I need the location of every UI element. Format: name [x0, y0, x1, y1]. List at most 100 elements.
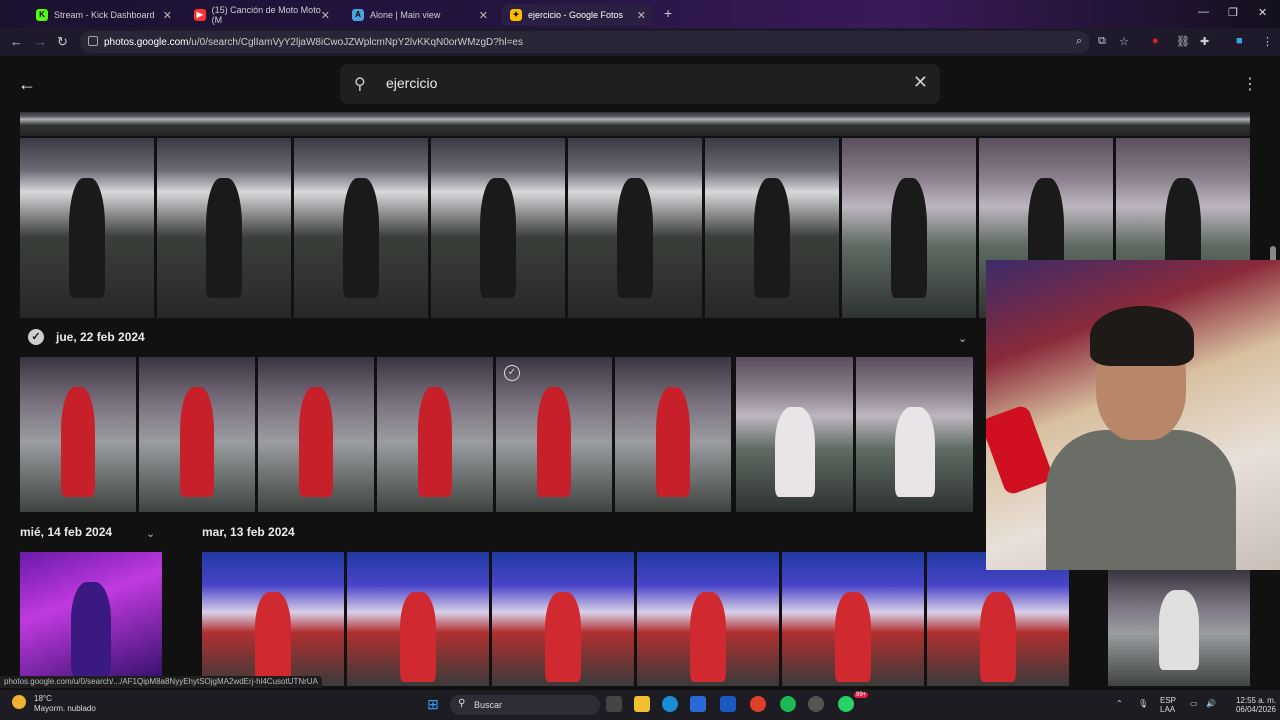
back-arrow-icon[interactable]: ←: [10, 34, 23, 49]
close-icon[interactable]: ✕: [637, 9, 646, 22]
tab-label: (15) Canción de Moto Moto (M: [211, 5, 321, 25]
kick-favicon-icon: K: [36, 9, 48, 21]
site-info-icon[interactable]: [88, 36, 98, 46]
streamer-shirt: [1046, 430, 1236, 570]
photo-thumbnail[interactable]: [637, 552, 779, 686]
photo-thumbnail[interactable]: [492, 552, 634, 686]
close-window-button[interactable]: ✕: [1258, 6, 1267, 19]
photo-thumbnail[interactable]: [258, 357, 374, 512]
tab-youtube[interactable]: ▶ (15) Canción de Moto Moto (M ✕: [186, 4, 338, 26]
photo-thumbnail[interactable]: [927, 552, 1069, 686]
photo-thumbnail[interactable]: [1108, 570, 1250, 686]
extension-link-icon[interactable]: ⛓: [1176, 35, 1190, 48]
task-view-icon[interactable]: [606, 696, 622, 712]
webcam-overlay: [986, 260, 1280, 570]
forward-arrow-icon[interactable]: →: [34, 34, 47, 49]
chevron-down-icon[interactable]: ⌄: [146, 527, 155, 540]
photo-thumbnail[interactable]: [294, 138, 428, 318]
tab-label: Alone | Main view: [370, 10, 441, 20]
microphone: [986, 403, 1055, 497]
google-photos-favicon-icon: ✦: [510, 9, 522, 21]
select-date-check-icon[interactable]: ✓: [28, 329, 44, 345]
date-header: mié, 14 feb 2024: [20, 525, 113, 539]
windows-taskbar: 18°C Mayorm. nublado ⊞ ⚲ Buscar 99+ ⌃ 🎙 E…: [0, 690, 1280, 720]
clock[interactable]: 12:55 a. m. 06/04/2026: [1226, 696, 1276, 714]
chevron-down-icon[interactable]: ⌄: [958, 332, 967, 345]
url-host: photos.google.com: [104, 36, 189, 48]
photo-thumbnail[interactable]: [431, 138, 565, 318]
taskbar-search[interactable]: ⚲ Buscar: [450, 695, 600, 715]
extension-record-icon[interactable]: ●: [1152, 35, 1159, 47]
spotify-icon[interactable]: [780, 696, 796, 712]
alone-favicon-icon: A: [352, 9, 364, 21]
photo-thumbnail[interactable]: [736, 357, 853, 512]
photo-thumbnail[interactable]: [139, 357, 255, 512]
search-icon: ⚲: [458, 698, 466, 709]
photo-thumbnail[interactable]: ✓: [496, 357, 612, 512]
clear-search-icon[interactable]: ✕: [913, 72, 928, 93]
microphone-icon[interactable]: 🎙: [1138, 699, 1148, 708]
photo-thumbnail[interactable]: [202, 552, 344, 686]
photo-thumbnail[interactable]: [615, 357, 731, 512]
select-check-icon[interactable]: ✓: [504, 365, 520, 381]
date-header: jue, 22 feb 2024: [56, 330, 145, 344]
file-explorer-icon[interactable]: [634, 696, 650, 712]
photo-thumbnail[interactable]: [20, 357, 136, 512]
profile-icon[interactable]: ■: [1236, 35, 1243, 47]
photo-thumbnail[interactable]: [377, 357, 493, 512]
photo-thumbnail[interactable]: [20, 138, 154, 318]
address-bar[interactable]: photos.google.com/u/0/search/CglIamVyY2l…: [80, 31, 1090, 53]
chevron-up-icon[interactable]: ⌃: [1116, 699, 1123, 708]
photo-thumbnail[interactable]: [157, 138, 291, 318]
youtube-favicon-icon: ▶: [194, 9, 206, 21]
obs-icon[interactable]: [808, 696, 824, 712]
close-icon[interactable]: ✕: [479, 9, 488, 22]
minimize-button[interactable]: —: [1198, 6, 1209, 18]
close-icon[interactable]: ✕: [163, 9, 172, 22]
photo-thumbnail[interactable]: [347, 552, 489, 686]
tab-label: ejercicio - Google Fotos: [528, 10, 624, 20]
search-box[interactable]: ⚲ ejercicio ✕: [340, 64, 940, 104]
photo-thumbnail[interactable]: [20, 552, 162, 676]
weather-temp: 18°C: [34, 694, 52, 703]
notification-badge: 99+: [854, 692, 869, 698]
language-indicator[interactable]: ESP LAA: [1160, 696, 1176, 714]
close-icon[interactable]: ✕: [321, 9, 330, 22]
zoom-icon[interactable]: ⌕: [1076, 35, 1082, 48]
photo-thumbnail[interactable]: [568, 138, 702, 318]
photo-thumbnail[interactable]: [782, 552, 924, 686]
more-options-icon[interactable]: ⋮: [1242, 74, 1258, 94]
chrome-menu-icon[interactable]: ⋮: [1262, 35, 1273, 48]
photo-thumbnail[interactable]: [842, 138, 976, 318]
volume-icon[interactable]: 🔊: [1206, 699, 1216, 708]
network-icon[interactable]: ▭: [1190, 699, 1198, 708]
tab-alone[interactable]: A Alone | Main view ✕: [344, 4, 496, 26]
url-path: /u/0/search/CglIamVyY2ljaW8iCwoJZWplcmNp…: [188, 36, 523, 48]
windows-start-icon[interactable]: ⊞: [425, 696, 441, 712]
browser-toolbar: ← → ↻ photos.google.com/u/0/search/CglIa…: [0, 28, 1280, 56]
tab-label: Stream - Kick Dashboard: [54, 10, 155, 20]
search-query[interactable]: ejercicio: [386, 75, 437, 91]
photos-header: ← ⚲ ejercicio ✕ ⋮: [0, 56, 1280, 112]
edge-icon[interactable]: [662, 696, 678, 712]
weather-desc: Mayorm. nublado: [34, 704, 96, 713]
store-icon[interactable]: [690, 696, 706, 712]
outlook-icon[interactable]: [720, 696, 736, 712]
restore-button[interactable]: ❐: [1228, 6, 1238, 19]
install-icon[interactable]: ⧉: [1098, 35, 1106, 48]
taskbar-search-label: Buscar: [474, 700, 503, 710]
bookmark-star-icon[interactable]: ☆: [1119, 35, 1129, 48]
back-arrow-icon[interactable]: ←: [18, 74, 36, 95]
photo-thumbnail[interactable]: [856, 357, 973, 512]
chrome-icon[interactable]: [750, 696, 766, 712]
streamer-hair: [1090, 306, 1194, 366]
photo-thumbnail[interactable]: [705, 138, 839, 318]
tab-google-photos[interactable]: ✦ ejercicio - Google Fotos ✕: [502, 4, 654, 26]
photo-row-partial: [20, 112, 1250, 136]
extensions-puzzle-icon[interactable]: ✚: [1200, 35, 1209, 48]
tab-kick[interactable]: K Stream - Kick Dashboard ✕: [28, 4, 180, 26]
new-tab-button[interactable]: +: [664, 5, 672, 21]
whatsapp-icon[interactable]: [838, 696, 854, 712]
reload-icon[interactable]: ↻: [57, 34, 68, 50]
link-status-url: photos.google.com/u/0/search/.../AF1QipM…: [0, 676, 322, 688]
